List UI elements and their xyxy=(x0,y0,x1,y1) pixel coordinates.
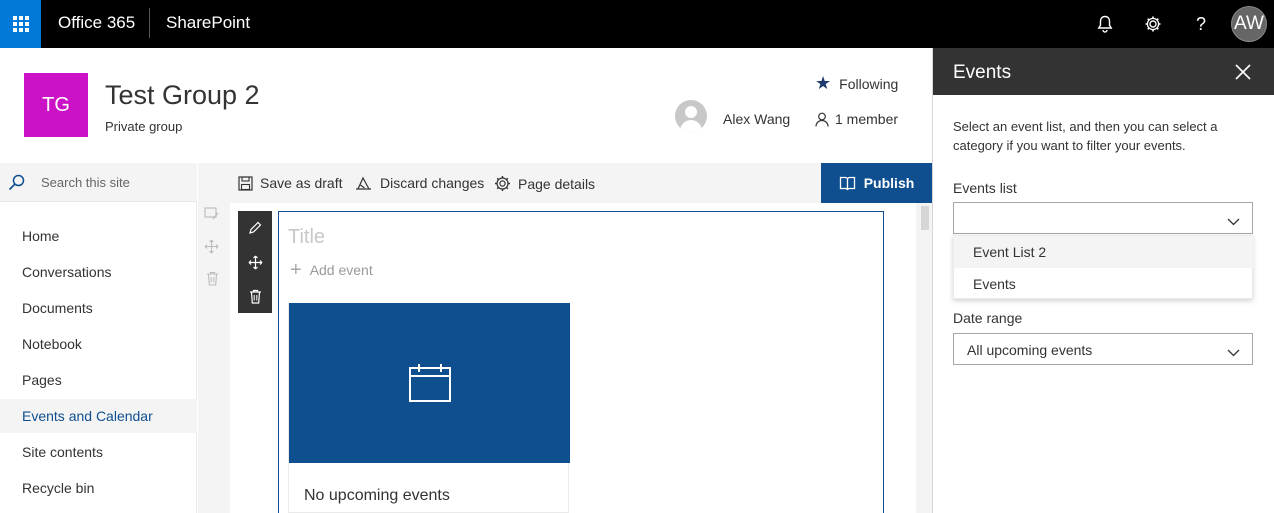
nav-item-conversations[interactable]: Conversations xyxy=(0,255,197,289)
delete-section-icon[interactable] xyxy=(206,271,219,289)
member-name[interactable]: Alex Wang xyxy=(723,111,790,127)
help-icon[interactable]: ? xyxy=(1187,10,1215,38)
publish-button[interactable]: Publish xyxy=(821,163,932,203)
save-draft-button[interactable]: Save as draft xyxy=(238,175,343,191)
following-label: Following xyxy=(839,75,899,92)
property-pane-title: Events xyxy=(953,62,1012,83)
date-range-dropdown[interactable]: All upcoming events xyxy=(953,333,1253,365)
events-list-label: Events list xyxy=(953,180,1017,196)
nav-item-notebook[interactable]: Notebook xyxy=(0,327,197,361)
date-range-value: All upcoming events xyxy=(967,342,1093,358)
office365-link[interactable]: Office 365 xyxy=(58,13,135,33)
discard-icon xyxy=(356,176,371,190)
nav-item-home[interactable]: Home xyxy=(0,219,197,253)
save-icon xyxy=(238,175,253,191)
edit-webpart-icon[interactable] xyxy=(238,211,272,245)
nav-item-recycle-bin[interactable]: Recycle bin xyxy=(0,471,197,505)
no-events-message: No upcoming events xyxy=(304,487,450,504)
close-icon[interactable] xyxy=(1231,60,1255,84)
edit-section-icon[interactable] xyxy=(204,207,220,224)
save-draft-label: Save as draft xyxy=(260,175,343,191)
page-details-button[interactable]: Page details xyxy=(494,175,595,192)
plus-icon: + xyxy=(290,259,302,281)
app-launcher-icon[interactable] xyxy=(0,0,41,48)
chevron-down-icon xyxy=(1227,344,1240,362)
webpart-title-input[interactable]: Title xyxy=(288,226,325,249)
site-subtitle: Private group xyxy=(105,119,183,134)
suite-divider xyxy=(149,8,150,38)
option-event-list-2[interactable]: Event List 2 xyxy=(954,236,1254,268)
calendar-icon xyxy=(408,364,451,402)
add-event-label: Add event xyxy=(309,262,373,278)
publish-label: Publish xyxy=(863,175,915,191)
star-icon: ★ xyxy=(815,73,832,93)
site-title[interactable]: Test Group 2 xyxy=(105,80,260,111)
event-card: No upcoming events xyxy=(288,303,570,513)
nav-item-documents[interactable]: Documents xyxy=(0,291,197,325)
chevron-down-icon xyxy=(1227,213,1240,231)
option-events[interactable]: Events xyxy=(954,268,1254,300)
following-button[interactable]: ★ Following xyxy=(815,73,898,94)
search-placeholder: Search this site xyxy=(41,175,130,190)
member-count-label: 1 member xyxy=(835,111,899,127)
move-section-icon[interactable] xyxy=(204,239,219,257)
site-logo[interactable]: TG xyxy=(24,73,88,137)
date-range-label: Date range xyxy=(953,310,1023,326)
members-button[interactable]: 1 member xyxy=(815,111,898,127)
add-event-button[interactable]: + Add event xyxy=(290,259,373,281)
search-icon xyxy=(8,174,25,196)
delete-webpart-icon[interactable] xyxy=(238,279,272,313)
scrollbar-thumb[interactable] xyxy=(921,206,929,230)
gear-icon xyxy=(495,176,510,191)
bell-icon[interactable] xyxy=(1091,10,1119,38)
left-navigation: Search this site Home Conversations Docu… xyxy=(0,163,197,513)
property-pane: Events Select an event list, and then yo… xyxy=(932,48,1274,513)
nav-item-pages[interactable]: Pages xyxy=(0,363,197,397)
gear-icon[interactable] xyxy=(1139,10,1167,38)
sharepoint-link[interactable]: SharePoint xyxy=(166,13,250,33)
person-icon xyxy=(815,112,829,127)
member-avatar[interactable] xyxy=(675,100,707,132)
nav-item-site-contents[interactable]: Site contents xyxy=(0,435,197,469)
events-list-options: Event List 2 Events xyxy=(953,235,1254,300)
nav-item-events-and-calendar[interactable]: Events and Calendar xyxy=(0,399,197,433)
webpart-toolbar xyxy=(238,211,272,313)
site-header: TG Test Group 2 Private group ★ Followin… xyxy=(0,48,932,163)
property-pane-header: Events xyxy=(933,48,1274,95)
discard-changes-label: Discard changes xyxy=(380,175,485,191)
move-webpart-icon[interactable] xyxy=(238,245,272,279)
user-avatar[interactable]: AW xyxy=(1231,6,1267,42)
events-list-dropdown[interactable] xyxy=(953,202,1253,234)
suite-bar: Office 365 SharePoint ? AW xyxy=(0,0,1274,48)
site-search-box[interactable]: Search this site xyxy=(0,163,197,202)
book-icon xyxy=(839,176,855,190)
page-details-label: Page details xyxy=(518,175,596,192)
discard-changes-button[interactable]: Discard changes xyxy=(354,175,484,191)
canvas-scrollbar[interactable] xyxy=(918,203,932,513)
event-card-image xyxy=(289,303,570,463)
property-pane-description: Select an event list, and then you can s… xyxy=(953,119,1218,153)
